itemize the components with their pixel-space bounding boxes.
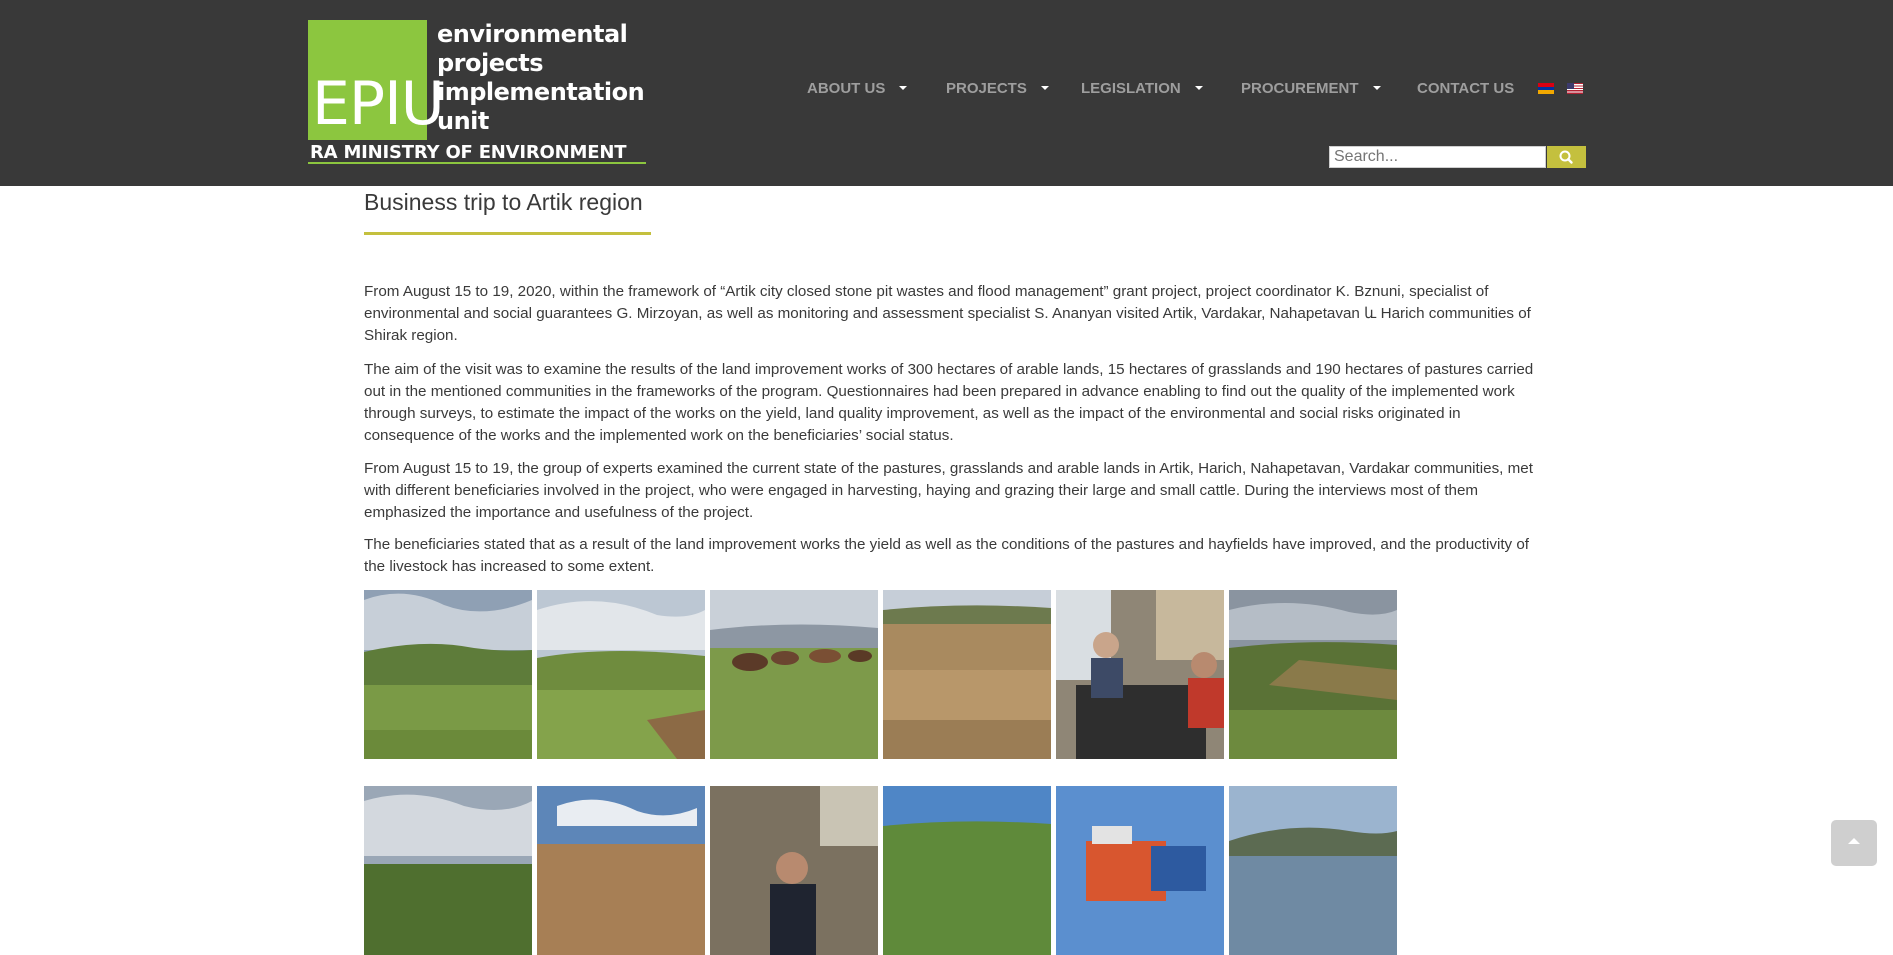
nav-item-legislation[interactable]: LEGISLATION bbox=[1081, 80, 1203, 98]
logo-underline bbox=[308, 162, 646, 164]
logo-line: unit bbox=[437, 107, 489, 135]
search-button[interactable] bbox=[1547, 146, 1586, 168]
logo-line: environmental bbox=[437, 20, 628, 48]
armenian-flag-icon[interactable] bbox=[1538, 83, 1554, 94]
gallery-photo[interactable] bbox=[537, 590, 705, 759]
nav-label: ABOUT US bbox=[807, 80, 886, 97]
logo-line: implementation bbox=[437, 78, 645, 106]
logo-mark: EPIU bbox=[308, 20, 445, 140]
gallery-photo[interactable] bbox=[364, 590, 532, 759]
nav-item-procurement[interactable]: PROCUREMENT bbox=[1241, 80, 1381, 98]
gallery-photo[interactable] bbox=[1229, 590, 1397, 759]
gallery-photo[interactable] bbox=[1056, 786, 1224, 955]
gallery-photo[interactable] bbox=[1229, 786, 1397, 955]
gallery-photo[interactable] bbox=[364, 786, 532, 955]
nav-item-projects[interactable]: PROJECTS bbox=[946, 80, 1049, 98]
logo-wordmark: environmental projects implementation un… bbox=[437, 20, 645, 136]
article-paragraph: From August 15 to 19, 2020, within the f… bbox=[364, 283, 1531, 344]
nav-item-contact-us[interactable]: CONTACT US bbox=[1417, 80, 1514, 98]
gallery-photo[interactable] bbox=[883, 590, 1051, 759]
gallery-photo[interactable] bbox=[883, 786, 1051, 955]
nav-item-about-us[interactable]: ABOUT US bbox=[807, 80, 908, 98]
logo-ministry: RA MINISTRY OF ENVIRONMENT bbox=[310, 142, 627, 163]
site-header: EPIU environmental projects implementati… bbox=[0, 0, 1893, 186]
logo-mark-text: EPIU bbox=[312, 69, 445, 139]
nav-label: LEGISLATION bbox=[1081, 80, 1181, 97]
gallery-photo[interactable] bbox=[710, 590, 878, 759]
title-underline bbox=[364, 232, 651, 235]
gallery-photo[interactable] bbox=[1056, 590, 1224, 759]
caret-down-icon bbox=[1040, 86, 1049, 91]
site-logo[interactable]: EPIU environmental projects implementati… bbox=[308, 20, 648, 164]
search-icon bbox=[1559, 150, 1573, 164]
article-paragraph: The beneficiaries stated that as a resul… bbox=[364, 536, 1530, 575]
gallery-photo[interactable] bbox=[537, 786, 705, 955]
caret-down-icon bbox=[1194, 86, 1203, 91]
logo-line: projects bbox=[437, 49, 544, 77]
nav-label: PROCUREMENT bbox=[1241, 80, 1359, 97]
nav-label: PROJECTS bbox=[946, 80, 1027, 97]
search-input[interactable] bbox=[1329, 146, 1546, 168]
photo-gallery-row bbox=[364, 786, 1397, 955]
caret-down-icon bbox=[899, 86, 908, 91]
nav-label: CONTACT US bbox=[1417, 80, 1515, 97]
caret-down-icon bbox=[1372, 86, 1381, 91]
page-title: Business trip to Artik region bbox=[364, 189, 643, 215]
gallery-photo[interactable] bbox=[710, 786, 878, 955]
chevron-up-icon bbox=[1848, 838, 1860, 844]
photo-gallery-row bbox=[364, 590, 1397, 759]
us-flag-icon[interactable] bbox=[1567, 83, 1583, 94]
scroll-to-top-button[interactable] bbox=[1831, 820, 1877, 866]
article-paragraph: The aim of the visit was to examine the … bbox=[364, 361, 1534, 444]
article-paragraph: From August 15 to 19, the group of exper… bbox=[364, 460, 1533, 521]
